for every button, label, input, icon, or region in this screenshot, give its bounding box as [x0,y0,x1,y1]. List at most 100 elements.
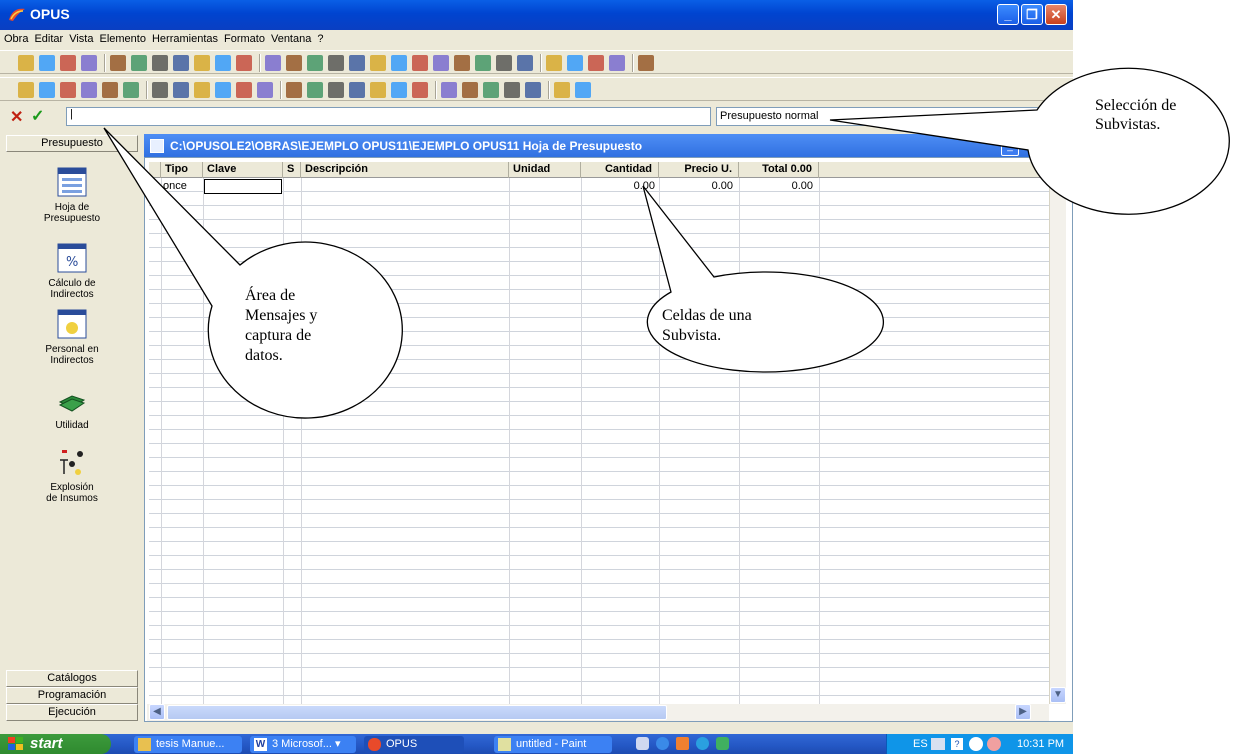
menu-herramientas[interactable]: Herramientas [148,30,220,45]
toolbar-button-icon[interactable] [39,82,55,98]
col-tipo[interactable]: Tipo [161,162,203,178]
toolbar-button-icon[interactable] [60,55,76,71]
cancel-icon[interactable]: ✕ [10,107,23,127]
subview-select[interactable]: Presupuesto normal [716,107,1071,126]
cell-tipo[interactable]: once [163,180,187,193]
network-icon[interactable] [987,737,1001,751]
toolbar-button-icon[interactable] [81,55,97,71]
toolbar-button-icon[interactable] [307,55,323,71]
toolbar-button-icon[interactable] [546,55,562,71]
menu-vista[interactable]: Vista [65,30,95,45]
start-button[interactable]: start [0,734,111,754]
task-tesis[interactable]: tesis Manue... [134,736,242,753]
nav-calculo-indirectos[interactable]: % Cálculo de Indirectos [6,242,138,300]
toolbar-button-icon[interactable] [173,82,189,98]
toolbar-button-icon[interactable] [81,82,97,98]
task-opus[interactable]: OPUS [364,736,464,753]
menu-ventana[interactable]: Ventana [267,30,313,45]
toolbar-button-icon[interactable] [123,82,139,98]
menu-editar[interactable]: Editar [30,30,65,45]
help-icon[interactable]: ? [951,738,963,750]
toolbar-button-icon[interactable] [173,55,189,71]
toolbar-button-icon[interactable] [102,82,118,98]
scroll-thumb[interactable] [167,705,667,720]
toolbar-button-icon[interactable] [567,55,583,71]
close-button[interactable]: ✕ [1045,4,1067,25]
menu-obra[interactable]: Obra [0,30,30,45]
nav-hoja-presupuesto[interactable]: Hoja de Presupuesto [6,166,138,224]
toolbar-button-icon[interactable] [454,55,470,71]
toolbar-button-icon[interactable] [483,82,499,98]
toolbar-button-icon[interactable] [39,55,55,71]
cell-cantidad[interactable]: 0.00 [581,180,655,193]
tab-catalogos[interactable]: Catálogos [6,670,138,687]
toolbar-button-icon[interactable] [286,55,302,71]
ie-icon[interactable] [656,737,669,750]
menu-elemento[interactable]: Elemento [95,30,147,45]
toolbar-button-icon[interactable] [236,55,252,71]
toolbar-button-icon[interactable] [609,55,625,71]
scroll-right-icon[interactable]: ▶ [1015,704,1031,720]
toolbar-button-icon[interactable] [517,55,533,71]
toolbar-button-icon[interactable] [504,82,520,98]
toolbar-button-icon[interactable] [152,55,168,71]
menu-help[interactable]: ? [313,30,325,45]
people-icon[interactable] [716,737,729,750]
vertical-scrollbar[interactable]: ▼ [1049,158,1066,704]
toolbar-button-icon[interactable] [412,55,428,71]
toolbar-button-icon[interactable] [152,82,168,98]
toolbar-button-icon[interactable] [370,82,386,98]
col-unidad[interactable]: Unidad [509,162,581,178]
toolbar-button-icon[interactable] [286,82,302,98]
media-icon[interactable] [676,737,689,750]
toolbar-button-icon[interactable] [462,82,478,98]
task-paint[interactable]: untitled - Paint [494,736,612,753]
col-cantidad[interactable]: Cantidad [581,162,659,178]
horizontal-scrollbar[interactable]: ◀ ▶ [147,704,1049,721]
browser-icon[interactable] [636,737,649,750]
message-input[interactable]: | [66,107,711,126]
tab-presupuesto[interactable]: Presupuesto [6,135,138,152]
toolbar-button-icon[interactable] [215,82,231,98]
nav-personal-indirectos[interactable]: Personal en Indirectos [6,308,138,366]
task-word[interactable]: W3 Microsof... ▾ [250,736,356,753]
toolbar-button-icon[interactable] [236,82,252,98]
toolbar-button-icon[interactable] [349,82,365,98]
title-bar[interactable]: OPUS _ ❐ ✕ [0,0,1073,30]
toolbar-button-icon[interactable] [441,82,457,98]
toolbar-button-icon[interactable] [18,82,34,98]
scroll-down-icon[interactable]: ▼ [1050,687,1066,703]
toolbar-button-icon[interactable] [265,55,281,71]
nav-utilidad[interactable]: Utilidad [6,384,138,431]
toolbar-button-icon[interactable] [475,55,491,71]
col-s[interactable]: S [283,162,301,178]
toolbar-button-icon[interactable] [18,55,34,71]
col-descripcion[interactable]: Descripción [301,162,509,178]
toolbar-button-icon[interactable] [575,82,591,98]
toolbar-button-icon[interactable] [588,55,604,71]
accept-icon[interactable]: ✓ [31,106,44,126]
toolbar-button-icon[interactable] [525,82,541,98]
toolbar-button-icon[interactable] [349,55,365,71]
toolbar-button-icon[interactable] [257,82,273,98]
toolbar-button-icon[interactable] [194,82,210,98]
restore-button[interactable]: ❐ [1021,4,1043,25]
keyboard-icon[interactable] [931,738,945,750]
toolbar-button-icon[interactable] [412,82,428,98]
menu-formato[interactable]: Formato [220,30,267,45]
toolbar-button-icon[interactable] [110,55,126,71]
language-indicator[interactable]: ES [913,734,928,754]
toolbar-button-icon[interactable] [496,55,512,71]
scroll-left-icon[interactable]: ◀ [149,704,165,720]
messenger-icon[interactable] [696,737,709,750]
col-total[interactable]: Total 0.00 [739,162,819,178]
back-icon[interactable] [969,737,983,751]
col-precio[interactable]: Precio U. [659,162,739,178]
document-minimize-button[interactable]: _ [1001,139,1019,156]
toolbar-button-icon[interactable] [328,82,344,98]
cell-total[interactable]: 0.00 [739,180,813,193]
toolbar-button-icon[interactable] [391,55,407,71]
tab-ejecucion[interactable]: Ejecución [6,704,138,721]
cell-precio[interactable]: 0.00 [659,180,733,193]
toolbar-button-icon[interactable] [307,82,323,98]
